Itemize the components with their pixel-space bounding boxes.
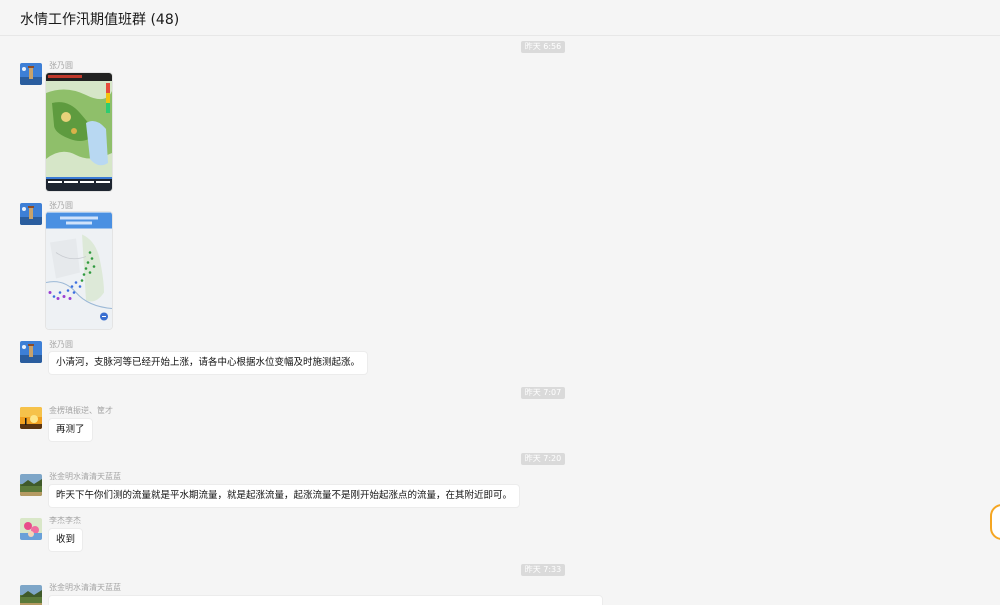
- flower-avatar-icon[interactable]: [20, 518, 42, 540]
- message-bubble[interactable]: 昨天下午你们测的流量就是平水期流量，就是起涨流量，起涨流量不是刚开始起涨点的流量…: [49, 485, 520, 507]
- time-separator: 昨天 7:20: [521, 453, 565, 465]
- station-map-image[interactable]: [46, 212, 112, 329]
- tower-avatar-icon[interactable]: [20, 341, 42, 363]
- chat-header: 水情工作汛期值班群 (48): [0, 0, 1000, 36]
- sender-name: 张乃圆: [49, 201, 73, 210]
- message-bubble[interactable]: 收到: [49, 529, 83, 551]
- sunset-avatar-icon[interactable]: [20, 407, 42, 429]
- sender-name: 李杰李杰: [49, 516, 81, 525]
- time-separator: 昨天 6:56: [521, 41, 565, 53]
- message-bubble[interactable]: [49, 596, 602, 605]
- sender-name: 金楞瑱振逆、筐才: [49, 406, 113, 415]
- chat-title[interactable]: 水情工作汛期值班群 (48): [20, 9, 179, 29]
- time-separator: 昨天 7:33: [521, 564, 565, 576]
- landscape-avatar-icon[interactable]: [20, 474, 42, 496]
- sender-name: 张乃圆: [49, 340, 73, 349]
- sender-name: 张乃圆: [49, 61, 73, 70]
- sender-name: 张金明水清清天蓝蓝: [49, 583, 121, 592]
- sender-name: 张金明水清清天蓝蓝: [49, 472, 121, 481]
- tower-avatar-icon[interactable]: [20, 203, 42, 225]
- landscape-avatar-icon[interactable]: [20, 585, 42, 605]
- floating-side-button[interactable]: [990, 504, 1000, 540]
- time-separator: 昨天 7:07: [521, 387, 565, 399]
- tower-avatar-icon[interactable]: [20, 63, 42, 85]
- radar-map-image[interactable]: [46, 73, 112, 191]
- message-bubble[interactable]: 再测了: [49, 419, 92, 441]
- message-bubble[interactable]: 小清河，支脉河等已经开始上涨，请各中心根据水位变幅及时施测起涨。: [49, 352, 368, 374]
